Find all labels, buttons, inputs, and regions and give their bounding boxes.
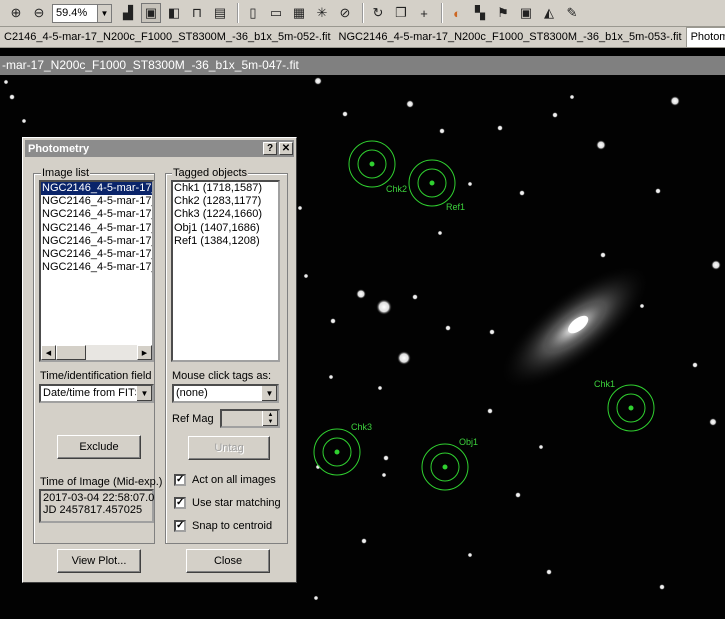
mosaic-icon[interactable]: ▚ [470,3,490,23]
ref-mag-label: Ref Mag [172,413,214,425]
use-star-matching-checkbox[interactable]: ✓ [174,497,186,509]
zoom-in-icon[interactable]: ⊕ [6,3,26,23]
list-item[interactable]: NGC2146_4-5-mar-17_ [41,248,152,261]
no-entry-icon[interactable]: ⊘ [335,3,355,23]
time-of-image-datetime: 2017-03-04 22:58:07.0 [43,492,155,504]
histogram-icon[interactable]: ▟ [118,3,138,23]
toolbar-divider [237,3,239,23]
scroll-left-icon[interactable]: ◀ [41,345,56,360]
untag-button[interactable]: Untag [188,436,270,460]
tagged-objects-list[interactable]: Chk1 (1718,1587) Chk2 (1283,1177) Chk3 (… [171,180,280,362]
list-item[interactable]: Obj1 (1407,1686) [173,222,278,235]
image-window-title[interactable]: -mar-17_N200c_F1000_ST8300M_-36_b1x_5m-0… [0,56,725,75]
view-plot-button[interactable]: View Plot... [57,549,141,573]
snap-to-centroid-checkbox[interactable]: ✓ [174,520,186,532]
crosshair-icon[interactable]: + [414,3,434,23]
tag-chk3 [313,428,361,476]
time-field-value: Date/time from FITS [43,387,143,399]
image-list[interactable]: NGC2146_4-5-mar-17_ NGC2146_4-5-mar-17_ … [39,180,154,362]
zoom-dropdown-icon[interactable]: ▼ [98,3,112,23]
tab-image-053[interactable]: NGC2146_4-5-mar-17_N200c_F1000_ST8300M_-… [335,31,686,43]
flag-icon[interactable]: ⚑ [493,3,513,23]
chevron-down-icon[interactable]: ▼ [261,386,277,401]
time-field-select[interactable]: Date/time from FITS ▼ [39,384,154,403]
time-field-label: Time/identification field [40,370,152,382]
toolbar-divider [362,3,364,23]
flip-icon[interactable]: ◧ [164,3,184,23]
counter-icon[interactable]: ▣ [516,3,536,23]
list-item[interactable]: NGC2146_4-5-mar-17_ [41,235,152,248]
ref-mag-spinner[interactable]: ▲ ▼ [220,409,280,428]
time-of-image-jd: JD 2457817.457025 [43,504,143,516]
dialog-titlebar[interactable]: Photometry ? ✕ [25,140,294,157]
tag-label-chk2: Chk2 [386,184,408,194]
tag-chk2 [348,140,396,188]
document-tabs: C2146_4-5-mar-17_N200c_F1000_ST8300M_-36… [0,27,725,48]
rotate-icon[interactable]: ↻ [368,3,388,23]
pencil-icon[interactable]: ✎ [562,3,582,23]
time-of-image-label: Time of Image (Mid-exp.) [40,476,163,488]
exclude-button[interactable]: Exclude [57,435,141,459]
list-item[interactable]: NGC2146_4-5-mar-17_ [41,222,152,235]
help-button[interactable]: ? [263,142,277,155]
use-star-matching-label: Use star matching [192,497,281,509]
landscape-icon[interactable]: ◭ [539,3,559,23]
list-item[interactable]: Chk2 (1283,1177) [173,195,278,208]
zoom-out-icon[interactable]: ⊖ [29,3,49,23]
list-item[interactable]: Chk1 (1718,1587) [173,182,278,195]
blink-icon[interactable]: ◐ [447,3,467,23]
list-item[interactable]: NGC2146_4-5-mar-17_ [41,182,152,196]
dialog-title: Photometry [28,142,90,155]
info-icon[interactable]: ▤ [210,3,230,23]
toolbar-divider [441,3,443,23]
fit-image-icon[interactable]: ▣ [141,3,161,23]
grid-icon[interactable]: ▦ [289,3,309,23]
image-list-hscroll[interactable]: ◀ ▶ [41,345,152,360]
act-on-all-label: Act on all images [192,474,276,486]
mouse-tags-value: (none) [176,387,208,399]
list-item[interactable]: NGC2146_4-5-mar-17_ [41,195,152,208]
copy-icon[interactable]: ❐ [391,3,411,23]
chevron-down-icon[interactable]: ▼ [136,386,152,401]
snap-to-centroid-label: Snap to centroid [192,520,273,532]
lock-icon[interactable]: ⊓ [187,3,207,23]
list-item[interactable]: Ref1 (1384,1208) [173,235,278,248]
tag-label-chk3: Chk3 [351,422,373,432]
mouse-tags-label: Mouse click tags as: [172,370,272,382]
tab-photometry[interactable]: Photometr [685,27,725,47]
time-of-image-display: 2017-03-04 22:58:07.0 JD 2457817.457025 [39,489,154,523]
zoom-value: 59.4% [56,7,88,19]
tag-label-chk1: Chk1 [594,379,616,389]
list-item[interactable]: Chk3 (1224,1660) [173,208,278,221]
image-list-label: Image list [41,167,91,179]
mouse-tags-select[interactable]: (none) ▼ [172,384,279,403]
tag-ref1 [408,159,456,207]
star-sparkle-icon[interactable]: ✳ [312,3,332,23]
tag-label-obj1: Obj1 [459,437,479,447]
close-icon[interactable]: ✕ [279,142,293,155]
main-toolbar: ⊕ ⊖ 59.4% ▼ ▟ ▣ ◧ ⊓ ▤ ▯ ▭ ▦ ✳ ⊘ ↻ ❐ + ◐ … [0,0,725,27]
photometry-dialog: Photometry ? ✕ Image list NGC2146_4-5-ma… [22,137,297,583]
tag-label-ref1: Ref1 [446,202,466,212]
tag-chk1 [607,384,655,432]
ruler-icon[interactable]: ▭ [266,3,286,23]
document-icon[interactable]: ▯ [243,3,263,23]
tagged-objects-label: Tagged objects [172,167,248,179]
tag-obj1 [421,443,469,491]
close-button[interactable]: Close [186,549,270,573]
list-item[interactable]: NGC2146_4-5-mar-17_ [41,261,152,274]
list-item[interactable]: NGC2146_4-5-mar-17_ [41,208,152,221]
act-on-all-checkbox[interactable]: ✓ [174,474,186,486]
scroll-thumb[interactable] [56,345,86,360]
spinner-arrows-icon[interactable]: ▲ ▼ [262,411,278,426]
galaxy-ngc2146 [499,264,651,390]
tab-image-052[interactable]: C2146_4-5-mar-17_N200c_F1000_ST8300M_-36… [0,31,335,43]
scroll-right-icon[interactable]: ▶ [137,345,152,360]
zoom-field[interactable]: 59.4% [52,3,98,23]
